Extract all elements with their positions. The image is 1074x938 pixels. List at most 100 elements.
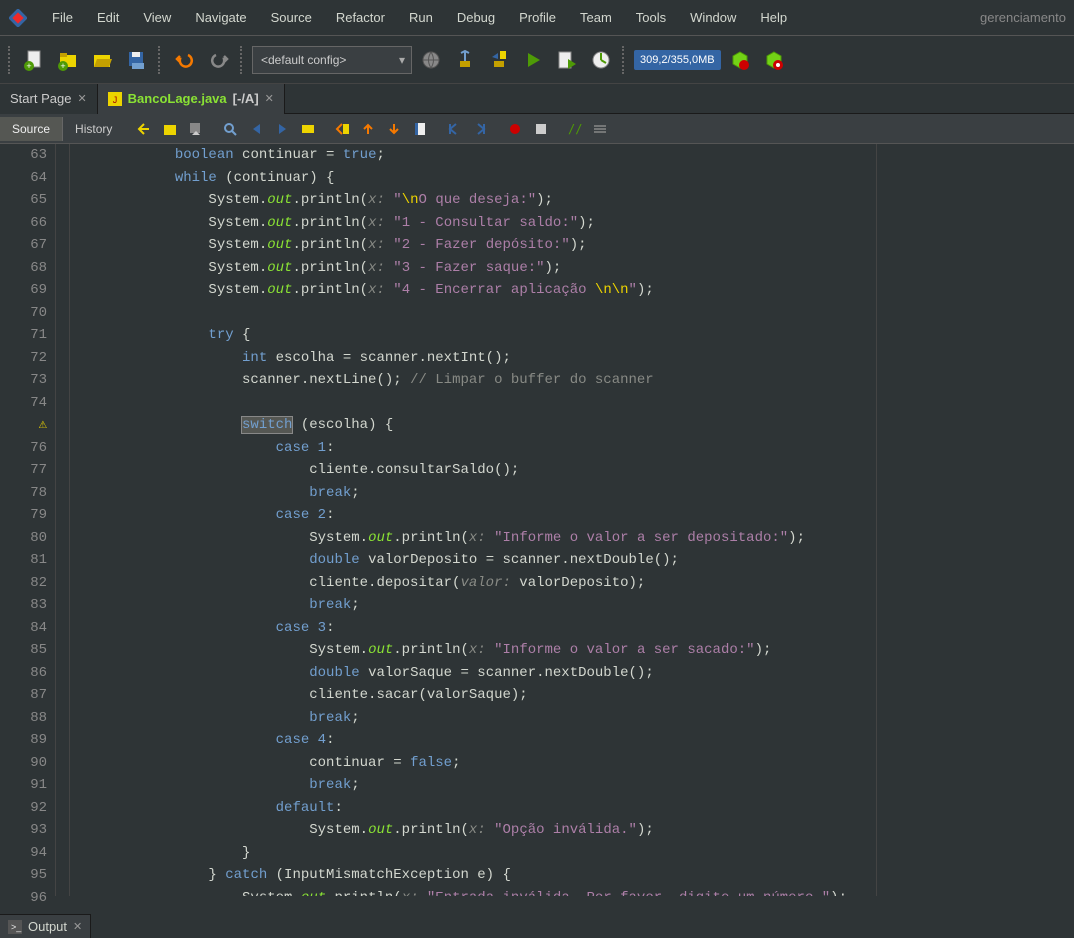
line-number: 96 xyxy=(0,887,47,910)
toolbar-separator xyxy=(240,46,246,74)
toolbar-separator xyxy=(8,46,14,74)
nav-fold-button[interactable] xyxy=(158,117,184,141)
menu-team[interactable]: Team xyxy=(568,4,624,31)
close-icon[interactable]: ✕ xyxy=(265,92,274,105)
line-number: 87 xyxy=(0,684,47,707)
line-number: 63 xyxy=(0,144,47,167)
prev-button[interactable] xyxy=(244,117,270,141)
menu-tools[interactable]: Tools xyxy=(624,4,678,31)
svg-text:+: + xyxy=(26,61,31,71)
line-number: 81 xyxy=(0,549,47,572)
undo-button[interactable] xyxy=(170,45,200,75)
bookmark-toggle-button[interactable] xyxy=(408,117,434,141)
bookmark-prev-button[interactable] xyxy=(330,117,356,141)
line-number: 66 xyxy=(0,212,47,235)
config-selector[interactable]: <default config> xyxy=(252,46,412,74)
cube-button-2[interactable] xyxy=(759,45,789,75)
open-button[interactable] xyxy=(88,45,118,75)
line-number: 70 xyxy=(0,302,47,325)
warning-icon[interactable]: ⚠ xyxy=(0,414,47,437)
save-all-button[interactable] xyxy=(122,45,152,75)
find-button[interactable] xyxy=(218,117,244,141)
line-number: 90 xyxy=(0,752,47,775)
line-number: 65 xyxy=(0,189,47,212)
line-number: 82 xyxy=(0,572,47,595)
line-number: 79 xyxy=(0,504,47,527)
line-number: 76 xyxy=(0,437,47,460)
line-number: 95 xyxy=(0,864,47,887)
cube-button-1[interactable] xyxy=(725,45,755,75)
bookmark-up-button[interactable] xyxy=(356,117,382,141)
uncomment-button[interactable] xyxy=(588,117,614,141)
app-logo xyxy=(8,8,28,28)
code-editor[interactable]: 63 64 65 66 67 68 69 70 71 72 73 74 ⚠ 76… xyxy=(0,144,1074,896)
fold-gutter[interactable] xyxy=(56,144,70,896)
menu-refactor[interactable]: Refactor xyxy=(324,4,397,31)
line-number: 77 xyxy=(0,459,47,482)
new-file-button[interactable]: + xyxy=(20,45,50,75)
menu-view[interactable]: View xyxy=(131,4,183,31)
tab-start-page[interactable]: Start Page ✕ xyxy=(0,84,98,114)
line-number: 71 xyxy=(0,324,47,347)
svg-text://: // xyxy=(568,122,582,136)
tab-label: Start Page xyxy=(10,91,71,106)
line-number: 72 xyxy=(0,347,47,370)
line-number: 73 xyxy=(0,369,47,392)
profile-button[interactable] xyxy=(586,45,616,75)
line-number: 74 xyxy=(0,392,47,415)
svg-text:J: J xyxy=(112,95,117,105)
code-area[interactable]: boolean continuar = true; while (continu… xyxy=(70,144,1074,896)
menu-help[interactable]: Help xyxy=(748,4,799,31)
close-icon[interactable]: ✕ xyxy=(77,92,86,105)
svg-text:>_: >_ xyxy=(11,922,22,932)
line-gutter[interactable]: 63 64 65 66 67 68 69 70 71 72 73 74 ⚠ 76… xyxy=(0,144,56,896)
shift-right-button[interactable] xyxy=(468,117,494,141)
line-number: 86 xyxy=(0,662,47,685)
line-number: 68 xyxy=(0,257,47,280)
menu-debug[interactable]: Debug xyxy=(445,4,507,31)
nav-dropdown-button[interactable] xyxy=(184,117,210,141)
output-panel-tab[interactable]: >_ Output ✕ xyxy=(0,914,91,938)
build-button[interactable] xyxy=(450,45,480,75)
history-tab[interactable]: History xyxy=(63,117,124,141)
editor-tabs: Start Page ✕ J BancoLage.java [-/A] ✕ xyxy=(0,84,1074,114)
run-button[interactable] xyxy=(518,45,548,75)
bookmark-down-button[interactable] xyxy=(382,117,408,141)
next-button[interactable] xyxy=(270,117,296,141)
console-icon: >_ xyxy=(8,920,22,934)
line-number: 80 xyxy=(0,527,47,550)
comment-button[interactable]: // xyxy=(562,117,588,141)
line-number: 92 xyxy=(0,797,47,820)
nav-back-button[interactable] xyxy=(132,117,158,141)
menu-file[interactable]: File xyxy=(40,4,85,31)
close-icon[interactable]: ✕ xyxy=(73,920,82,933)
line-number: 93 xyxy=(0,819,47,842)
memory-indicator[interactable]: 309,2/355,0MB xyxy=(634,50,721,70)
menu-source[interactable]: Source xyxy=(259,4,324,31)
new-project-button[interactable]: + xyxy=(54,45,84,75)
tab-label: BancoLage.java xyxy=(128,91,227,106)
line-number: 85 xyxy=(0,639,47,662)
project-name: gerenciamento xyxy=(980,10,1066,25)
redo-button[interactable] xyxy=(204,45,234,75)
menu-edit[interactable]: Edit xyxy=(85,4,131,31)
toolbar-separator xyxy=(158,46,164,74)
debug-button[interactable] xyxy=(552,45,582,75)
highlight-button[interactable] xyxy=(296,117,322,141)
main-toolbar: + + <default config> 309,2/355,0MB xyxy=(0,36,1074,84)
toolbar-separator xyxy=(622,46,628,74)
editor-sub-toolbar: Source History // xyxy=(0,114,1074,144)
line-number: 84 xyxy=(0,617,47,640)
source-tab[interactable]: Source xyxy=(0,117,63,141)
browser-button[interactable] xyxy=(416,45,446,75)
menu-profile[interactable]: Profile xyxy=(507,4,568,31)
menu-navigate[interactable]: Navigate xyxy=(183,4,258,31)
clean-build-button[interactable] xyxy=(484,45,514,75)
record-macro-button[interactable] xyxy=(502,117,528,141)
shift-left-button[interactable] xyxy=(442,117,468,141)
menu-window[interactable]: Window xyxy=(678,4,748,31)
stop-macro-button[interactable] xyxy=(528,117,554,141)
tab-bancolage[interactable]: J BancoLage.java [-/A] ✕ xyxy=(98,84,285,114)
line-number: 88 xyxy=(0,707,47,730)
menu-run[interactable]: Run xyxy=(397,4,445,31)
